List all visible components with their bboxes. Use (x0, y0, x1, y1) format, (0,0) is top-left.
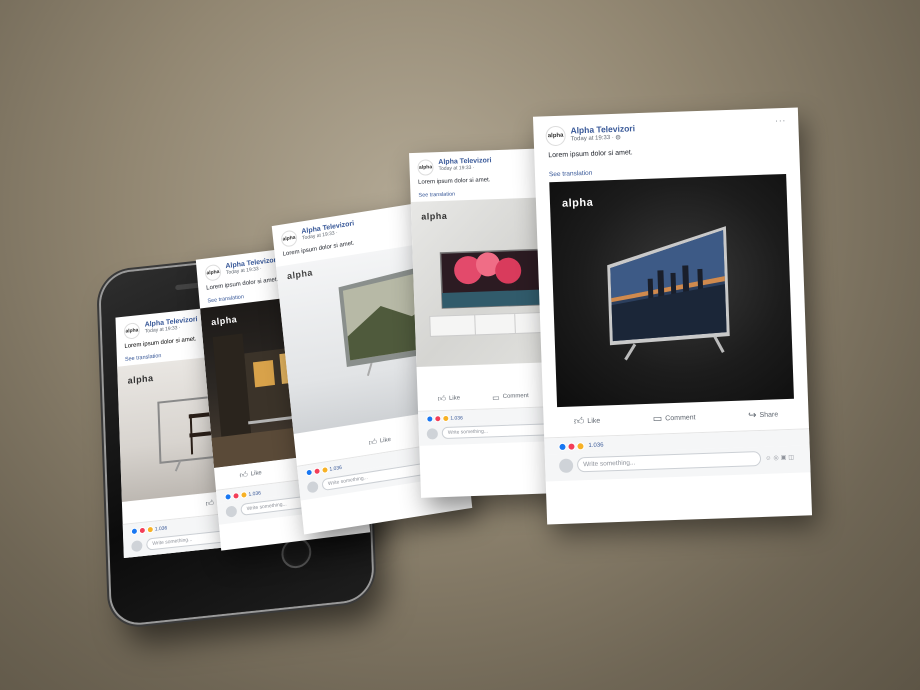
user-avatar (426, 427, 439, 440)
page-avatar[interactable]: alpha (123, 322, 141, 340)
like-reaction-icon (224, 492, 232, 501)
page-avatar[interactable]: alpha (204, 263, 222, 282)
more-options-icon[interactable]: ··· (775, 116, 786, 125)
facebook-post-card-4: alpha Alpha Televizori Today at 19:33 · … (532, 107, 813, 525)
like-button[interactable]: 👍︎ Like (239, 468, 262, 481)
wow-reaction-icon (146, 525, 154, 534)
like-label: Like (448, 395, 461, 402)
love-reaction-icon (138, 526, 146, 535)
reaction-count: 1.036 (248, 489, 262, 498)
love-reaction-icon (434, 415, 442, 423)
user-avatar (225, 504, 238, 518)
like-button[interactable]: 👍︎ Like (438, 393, 461, 404)
user-avatar (131, 539, 143, 552)
page-avatar[interactable]: alpha (545, 125, 566, 147)
thumbs-up-icon: 👍︎ (437, 393, 447, 404)
share-button[interactable]: ↪ Share (748, 409, 778, 421)
like-label: Like (250, 470, 263, 478)
user-avatar (306, 480, 319, 493)
thumbs-up-icon: 👍︎ (368, 437, 378, 448)
comment-label: Comment (665, 413, 696, 422)
reaction-count: 1.036 (450, 414, 463, 422)
globe-icon: ◍ (615, 134, 621, 141)
like-reaction-icon (130, 527, 139, 536)
like-reaction-icon (558, 442, 567, 452)
like-reaction-icon (305, 468, 314, 477)
love-reaction-icon (313, 467, 321, 476)
like-button[interactable]: 👍︎ Like (573, 415, 601, 428)
love-reaction-icon (567, 442, 576, 451)
love-reaction-icon (232, 491, 240, 500)
brand-logo: alpha (421, 210, 448, 222)
like-reaction-icon (426, 415, 434, 423)
comment-input[interactable]: Write something... (576, 450, 762, 473)
comment-button[interactable]: ▭ Comment (492, 392, 529, 402)
wow-reaction-icon (321, 465, 329, 475)
like-label: Like (587, 417, 601, 425)
wow-reaction-icon (240, 491, 248, 499)
reaction-count: 1.036 (329, 464, 343, 473)
brand-logo: alpha (561, 196, 594, 210)
wow-reaction-icon (442, 414, 450, 423)
comment-icon: ▭ (491, 392, 500, 402)
page-avatar[interactable]: alpha (417, 159, 434, 176)
page-avatar[interactable]: alpha (280, 229, 298, 248)
like-label: Like (379, 436, 392, 445)
timestamp-text: Today at 19:33 · (570, 134, 616, 143)
like-button[interactable]: 👍︎ Like (368, 435, 391, 448)
thumbs-up-icon: 👍︎ (573, 416, 585, 428)
reaction-count: 1.036 (588, 442, 604, 450)
comment-label: Comment (502, 393, 529, 400)
user-avatar (558, 458, 574, 473)
comment-icon: ▭ (652, 412, 663, 425)
comment-tools-icon[interactable]: ☺◎▣◫ (765, 454, 796, 462)
post-image[interactable]: alpha (549, 173, 794, 408)
comment-button[interactable]: ▭ Comment (653, 412, 696, 424)
wow-reaction-icon (576, 442, 585, 451)
share-label: Share (759, 410, 779, 419)
thumbs-up-icon: 👍︎ (239, 469, 249, 480)
reaction-count: 1.036 (154, 524, 168, 533)
share-icon: ↪ (747, 409, 757, 421)
thumbs-up-icon: 👍︎ (205, 498, 215, 509)
